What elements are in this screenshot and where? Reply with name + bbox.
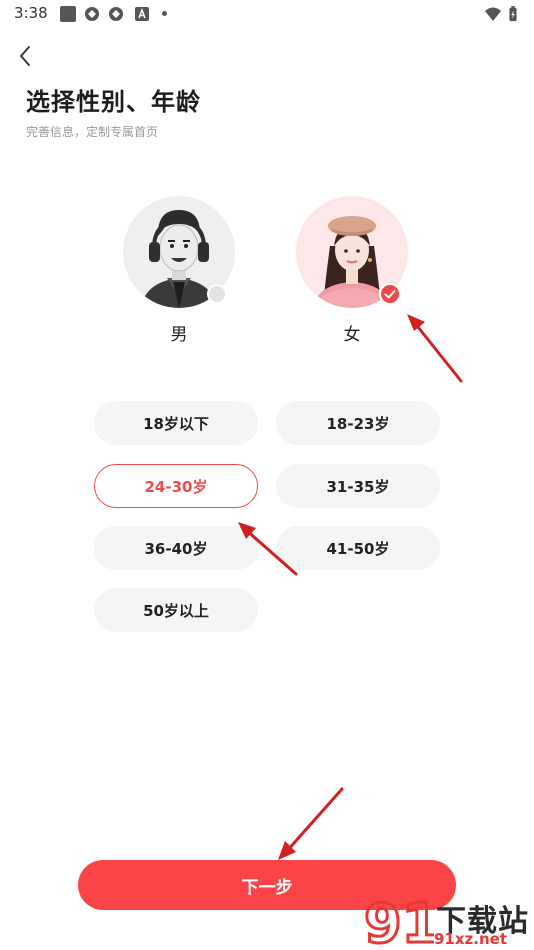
annotation-arrow-female: [412, 320, 463, 383]
status-bar: 3:38: [0, 0, 534, 28]
age-option-24-30[interactable]: 24-30岁: [94, 464, 258, 508]
app-notification-icon: [109, 7, 123, 21]
female-checked-radio-icon: [379, 283, 401, 305]
age-option-31-35[interactable]: 31-35岁: [276, 464, 440, 508]
gender-label-female: 女: [343, 325, 361, 345]
wifi-icon: [485, 7, 501, 21]
age-option-over-50[interactable]: 50岁以上: [94, 588, 258, 632]
page-title: 选择性别、年龄: [26, 88, 201, 116]
male-unchecked-radio: [207, 284, 227, 304]
status-time: 3:38: [14, 4, 48, 22]
app-notification-icon: [85, 7, 99, 21]
age-option-under-18[interactable]: 18岁以下: [94, 401, 258, 445]
text-notification-icon: [135, 7, 149, 21]
gender-option-female[interactable]: 女: [296, 196, 410, 346]
gender-label-male: 男: [170, 325, 188, 345]
annotation-arrowhead-next: [278, 841, 296, 860]
battery-charging-icon: [509, 6, 517, 22]
page-subtitle: 完善信息，定制专属首页: [26, 125, 159, 139]
annotation-arrow-next: [284, 787, 344, 854]
site-watermark: 91 下载站 91xz.net: [362, 891, 534, 950]
watermark-logo-icon: 91: [363, 891, 441, 950]
age-option-36-40[interactable]: 36-40岁: [94, 526, 258, 570]
back-button[interactable]: [12, 42, 40, 70]
age-option-18-23[interactable]: 18-23岁: [276, 401, 440, 445]
age-option-41-50[interactable]: 41-50岁: [276, 526, 440, 570]
svg-text:91: 91: [364, 892, 434, 950]
notification-square-icon: [60, 6, 76, 22]
more-notifications-dot: [162, 11, 167, 16]
watermark-site: 91xz.net: [434, 930, 508, 948]
annotation-arrows: [238, 314, 463, 860]
gender-option-male[interactable]: 男: [123, 196, 237, 346]
gender-age-selection-screen: 3:38 选择性别、年龄 完善信息，定制专属首页 男 女 18岁以下 18-23…: [0, 0, 534, 950]
